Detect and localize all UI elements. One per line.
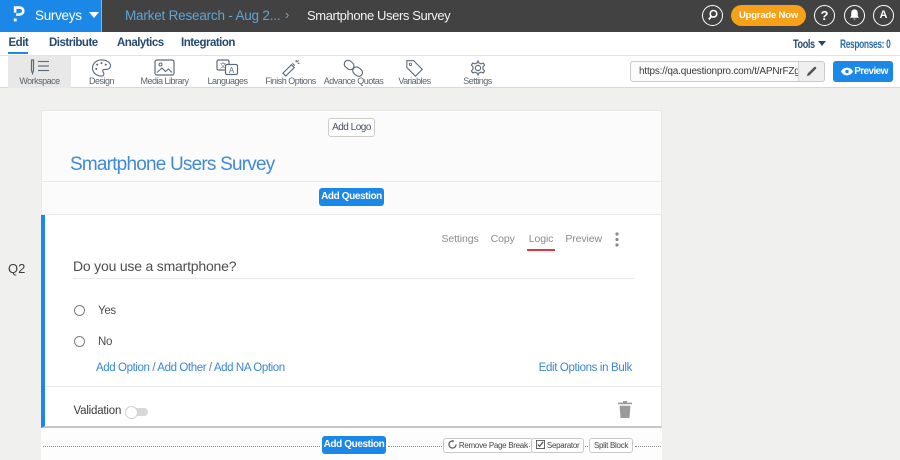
svg-text:A: A: [229, 66, 235, 75]
svg-text:文: 文: [220, 61, 227, 70]
